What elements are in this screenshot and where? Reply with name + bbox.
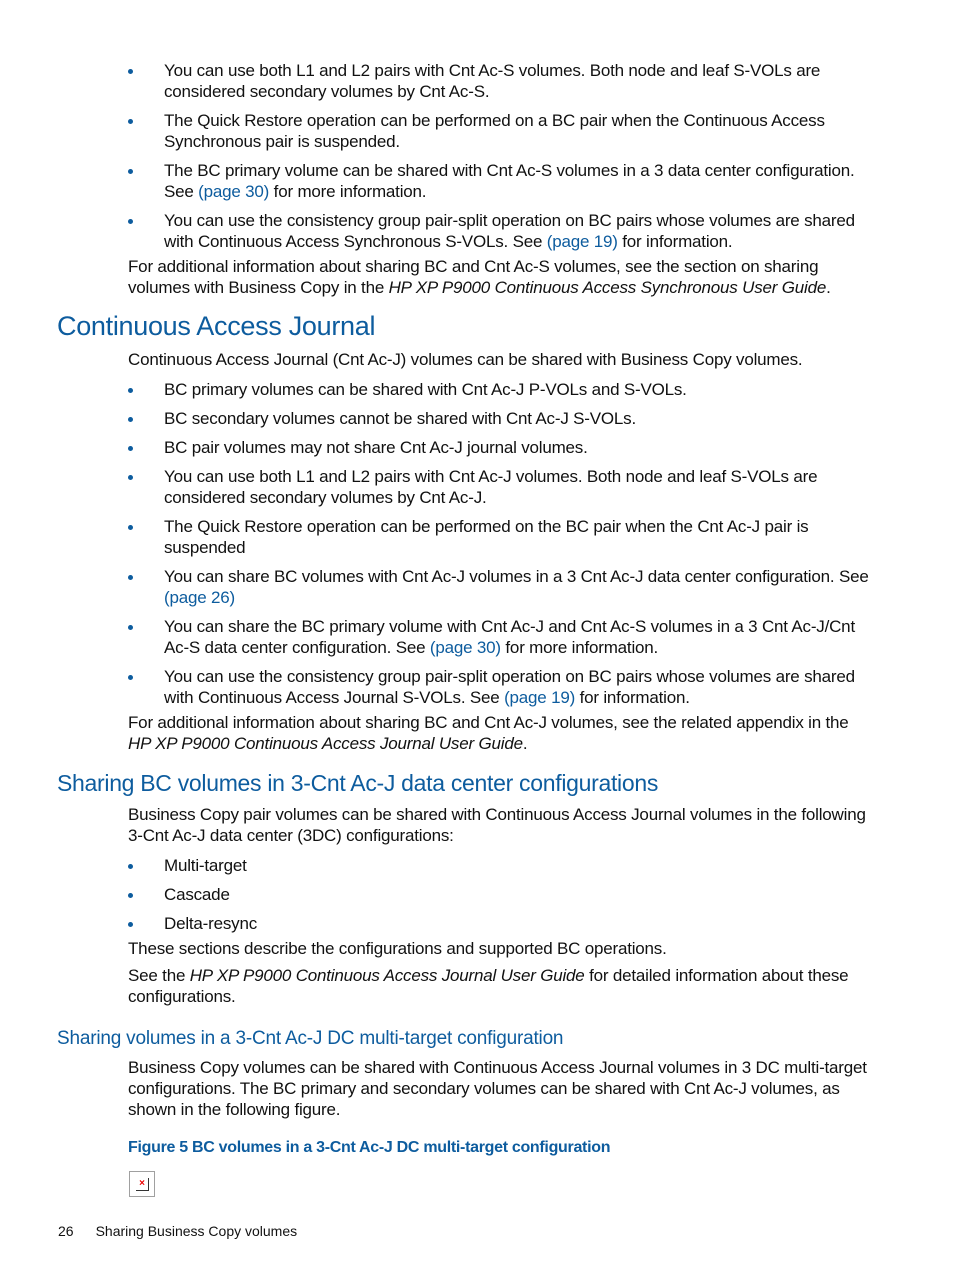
description-paragraph: Business Copy volumes can be shared with… bbox=[128, 1058, 867, 1119]
list-item: The Quick Restore operation can be perfo… bbox=[128, 516, 873, 558]
list-item-text: Delta-resync bbox=[164, 914, 258, 933]
config-bullet-list: Multi-target Cascade Delta-resync bbox=[128, 855, 873, 934]
footer-section-title: Sharing Business Copy volumes bbox=[95, 1223, 298, 1239]
list-item-text: You can use both L1 and L2 pairs with Cn… bbox=[164, 467, 818, 507]
page-link[interactable]: (page 19) bbox=[504, 688, 575, 707]
description-paragraph: These sections describe the configuratio… bbox=[128, 939, 667, 958]
list-item-text: for information. bbox=[617, 232, 733, 251]
page-link[interactable]: (page 30) bbox=[430, 638, 501, 657]
intro-paragraph: Continuous Access Journal (Cnt Ac-J) vol… bbox=[128, 350, 803, 369]
list-item: Multi-target bbox=[128, 855, 873, 876]
page-link[interactable]: (page 26) bbox=[164, 588, 235, 607]
list-item: Delta-resync bbox=[128, 913, 873, 934]
note-text: . bbox=[522, 734, 528, 753]
document-page: You can use both L1 and L2 pairs with Cn… bbox=[0, 0, 954, 1271]
bullet-icon bbox=[128, 69, 133, 74]
paragraph-text: See the bbox=[128, 966, 190, 985]
list-item: You can share the BC primary volume with… bbox=[128, 616, 873, 658]
note-paragraph: For additional information about sharing… bbox=[128, 712, 873, 754]
image-placeholder-x-icon: × bbox=[136, 1178, 149, 1191]
list-item-text: Cascade bbox=[164, 885, 230, 904]
page-number: 26 bbox=[58, 1223, 74, 1239]
bullet-icon bbox=[128, 575, 133, 580]
guide-title: HP XP P9000 Continuous Access Journal Us… bbox=[128, 734, 523, 753]
bullet-icon bbox=[128, 169, 133, 174]
page-footer: 26 Sharing Business Copy volumes bbox=[58, 1223, 297, 1239]
threedc-section: Business Copy pair volumes can be shared… bbox=[128, 804, 873, 1013]
reference-paragraph: See the HP XP P9000 Continuous Access Jo… bbox=[128, 965, 873, 1007]
page-link[interactable]: (page 19) bbox=[547, 232, 618, 251]
list-item-text: for more information. bbox=[500, 638, 659, 657]
list-item-text: The Quick Restore operation can be perfo… bbox=[164, 111, 825, 151]
list-item: BC pair volumes may not share Cnt Ac-J j… bbox=[128, 437, 873, 458]
top-section: You can use both L1 and L2 pairs with Cn… bbox=[128, 60, 873, 304]
list-item-text: BC pair volumes may not share Cnt Ac-J j… bbox=[164, 438, 588, 457]
caj-bullet-list: BC primary volumes can be shared with Cn… bbox=[128, 379, 873, 708]
section-heading-caj: Continuous Access Journal bbox=[57, 311, 376, 341]
bullet-icon bbox=[128, 625, 133, 630]
list-item: You can use the consistency group pair-s… bbox=[128, 210, 873, 252]
intro-paragraph: Business Copy pair volumes can be shared… bbox=[128, 805, 866, 845]
bullet-icon bbox=[128, 922, 133, 927]
caj-section: Continuous Access Journal (Cnt Ac-J) vol… bbox=[128, 349, 873, 760]
note-text: . bbox=[826, 278, 831, 297]
list-item-text: You can use the consistency group pair-s… bbox=[164, 211, 855, 251]
section-heading-multitarget: Sharing volumes in a 3-Cnt Ac-J DC multi… bbox=[57, 1028, 564, 1049]
list-item: BC primary volumes can be shared with Cn… bbox=[128, 379, 873, 400]
section-heading-3dc: Sharing BC volumes in 3-Cnt Ac-J data ce… bbox=[57, 770, 659, 796]
list-item: You can share BC volumes with Cnt Ac-J v… bbox=[128, 566, 873, 608]
figure-caption: Figure 5 BC volumes in a 3-Cnt Ac-J DC m… bbox=[128, 1139, 611, 1156]
list-item-text: for information. bbox=[575, 688, 690, 707]
list-item-text: The Quick Restore operation can be perfo… bbox=[164, 517, 809, 557]
note-paragraph: For additional information about sharing… bbox=[128, 256, 873, 298]
note-text: For additional information about sharing… bbox=[128, 713, 849, 732]
bullet-icon bbox=[128, 119, 133, 124]
list-item-text: You can share BC volumes with Cnt Ac-J v… bbox=[164, 567, 869, 586]
bullet-icon bbox=[128, 417, 133, 422]
list-item: You can use both L1 and L2 pairs with Cn… bbox=[128, 60, 873, 102]
bullet-icon bbox=[128, 475, 133, 480]
bullet-icon bbox=[128, 388, 133, 393]
top-bullet-list: You can use both L1 and L2 pairs with Cn… bbox=[128, 60, 873, 252]
list-item: You can use the consistency group pair-s… bbox=[128, 666, 873, 708]
list-item-text: for more information. bbox=[269, 182, 427, 201]
multitarget-section: Business Copy volumes can be shared with… bbox=[128, 1057, 873, 1126]
list-item: Cascade bbox=[128, 884, 873, 905]
list-item-text: BC secondary volumes cannot be shared wi… bbox=[164, 409, 636, 428]
bullet-icon bbox=[128, 525, 133, 530]
list-item: The Quick Restore operation can be perfo… bbox=[128, 110, 873, 152]
list-item: The BC primary volume can be shared with… bbox=[128, 160, 873, 202]
list-item: BC secondary volumes cannot be shared wi… bbox=[128, 408, 873, 429]
guide-title: HP XP P9000 Continuous Access Synchronou… bbox=[388, 278, 827, 297]
bullet-icon bbox=[128, 893, 133, 898]
list-item-text: BC primary volumes can be shared with Cn… bbox=[164, 380, 687, 399]
page-link[interactable]: (page 30) bbox=[198, 182, 269, 201]
list-item-text: Multi-target bbox=[164, 856, 247, 875]
bullet-icon bbox=[128, 219, 133, 224]
bullet-icon bbox=[128, 675, 133, 680]
broken-image-icon: × bbox=[129, 1171, 155, 1197]
bullet-icon bbox=[128, 864, 133, 869]
guide-title: HP XP P9000 Continuous Access Journal Us… bbox=[189, 966, 585, 985]
list-item-text: You can use both L1 and L2 pairs with Cn… bbox=[164, 61, 821, 101]
list-item: You can use both L1 and L2 pairs with Cn… bbox=[128, 466, 873, 508]
bullet-icon bbox=[128, 446, 133, 451]
